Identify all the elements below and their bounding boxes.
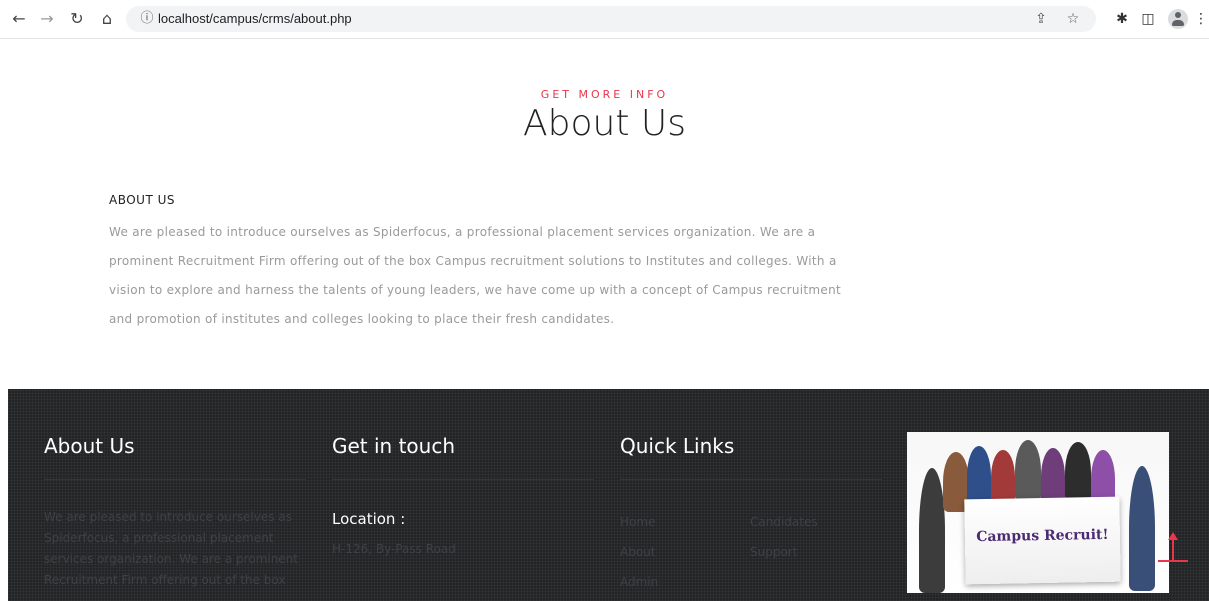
quick-link-about[interactable]: About [620, 545, 655, 559]
page-title: About Us [523, 103, 686, 144]
quick-link-home[interactable]: Home [620, 515, 655, 529]
footer-quick-links-divider [620, 479, 882, 480]
reload-icon[interactable]: ↻ [66, 8, 88, 30]
info-icon[interactable]: ⓘ [138, 10, 156, 28]
person-figure [1129, 466, 1155, 591]
campus-recruit-image: Campus Recruit! [907, 432, 1169, 593]
about-heading: ABOUT US [109, 193, 176, 207]
about-paragraph: We are pleased to introduce ourselves as… [109, 225, 842, 326]
campus-recruit-sign: Campus Recruit! [964, 496, 1121, 585]
share-icon[interactable]: ⇪ [1032, 10, 1050, 28]
forward-icon[interactable]: → [36, 8, 58, 30]
footer-quick-links-title: Quick Links [620, 434, 735, 458]
quick-link-admin[interactable]: Admin [620, 575, 658, 589]
location-value: H-126, By-Pass Road [332, 542, 456, 556]
home-icon[interactable]: ⌂ [96, 8, 118, 30]
footer-about-divider [44, 479, 306, 480]
footer-about-line: services organization. We are a prominen… [44, 552, 298, 566]
person-figure [991, 450, 1015, 505]
footer-contact-divider [332, 479, 594, 480]
bookmark-star-icon[interactable]: ☆ [1064, 10, 1082, 28]
browser-toolbar: ← → ↻ ⌂ ⓘ localhost/campus/crms/about.ph… [0, 0, 1209, 39]
footer-about-title: About Us [44, 434, 135, 458]
quick-link-support[interactable]: Support [750, 545, 797, 559]
side-panel-icon[interactable]: ◫ [1138, 9, 1158, 29]
url-text[interactable]: localhost/campus/crms/about.php [158, 11, 352, 26]
section-eyebrow: GET MORE INFO [540, 88, 669, 101]
scroll-to-top-icon[interactable] [1158, 532, 1188, 564]
back-icon[interactable]: ← [8, 8, 30, 30]
menu-kebab-icon[interactable]: ⋮ [1194, 9, 1208, 29]
arrow-up-icon [1168, 532, 1178, 540]
person-figure [967, 446, 991, 506]
footer-about-line: Recruitment Firm offering out of the box [44, 573, 286, 587]
person-figure [1015, 440, 1041, 502]
footer-about-text: We are pleased to introduce ourselves as… [44, 507, 334, 591]
footer-contact-title: Get in touch [332, 434, 456, 458]
quick-link-candidates[interactable]: Candidates [750, 515, 818, 529]
extensions-icon[interactable]: ✱ [1112, 9, 1132, 29]
person-figure [1065, 442, 1091, 502]
location-label: Location : [332, 510, 406, 528]
footer-about-line: We are pleased to introduce ourselves as [44, 510, 292, 524]
address-bar[interactable]: ⓘ localhost/campus/crms/about.php ⇪ ☆ [126, 6, 1096, 32]
person-figure [919, 468, 945, 593]
sign-text: Campus Recruit! [976, 526, 1109, 546]
profile-avatar-icon[interactable] [1168, 9, 1188, 29]
footer-about-line: Spiderfocus, a professional placement [44, 531, 274, 545]
